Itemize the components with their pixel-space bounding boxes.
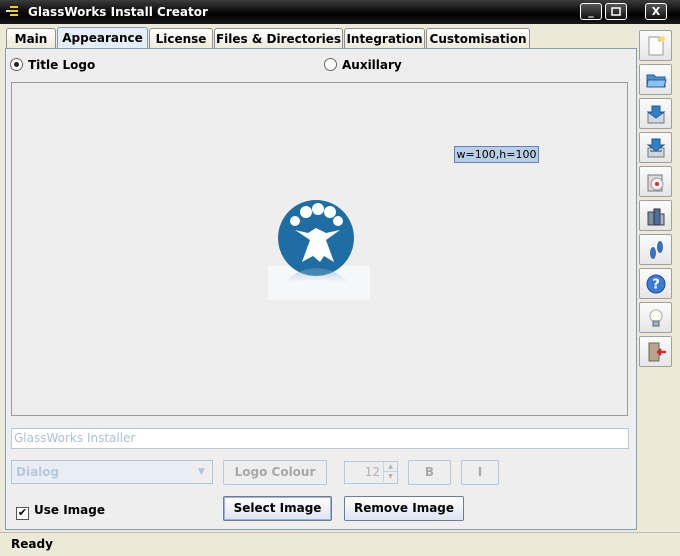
spinner-up-icon[interactable]: ▲ [383, 462, 397, 472]
chevron-down-icon[interactable]: ▼ [193, 463, 210, 481]
tab-integration[interactable]: Integration [344, 28, 425, 49]
svg-text:?: ? [652, 278, 660, 293]
use-image-label: Use Image [34, 503, 105, 517]
open-button[interactable] [639, 64, 672, 95]
exit-button[interactable] [639, 336, 672, 367]
package-icon [647, 208, 665, 226]
radio-title-logo-label: Title Logo [28, 58, 96, 72]
font-size-value[interactable]: 12 [345, 462, 383, 483]
save-as-button[interactable] [639, 132, 672, 163]
tab-customisation[interactable]: Customisation [426, 28, 530, 49]
logo-colour-button[interactable]: Logo Colour [223, 460, 327, 485]
window-title: GlassWorks Install Creator [28, 5, 208, 19]
font-size-spinner[interactable]: 12 ▲ ▼ [344, 461, 398, 484]
italic-button[interactable]: I [461, 460, 499, 485]
build-cd-button[interactable] [639, 166, 672, 197]
build-cd-icon [647, 174, 664, 192]
close-button[interactable]: X [645, 3, 667, 20]
remove-image-button[interactable]: Remove Image [344, 496, 464, 521]
font-family-combo[interactable]: Dialog ▼ [11, 460, 213, 484]
bold-button[interactable]: B [408, 460, 451, 485]
spinner-down-icon[interactable]: ▼ [383, 472, 397, 482]
radio-selected-indicator [10, 58, 23, 71]
tab-files-directories[interactable]: Files & Directories [214, 28, 343, 49]
logo-image[interactable] [268, 200, 370, 300]
title-text-field[interactable]: GlassWorks Installer [11, 428, 629, 449]
radio-auxillary[interactable]: Auxillary [324, 58, 402, 72]
status-text: Ready [11, 537, 53, 551]
save-button[interactable] [639, 98, 672, 129]
exit-icon [648, 342, 666, 362]
select-image-button[interactable]: Select Image [223, 496, 332, 521]
save-as-icon [646, 138, 666, 158]
image-size-tag[interactable]: w=100,h=100 [454, 146, 539, 163]
radio-unselected-indicator [324, 58, 337, 71]
app-window: GlassWorks Install Creator _ X Main Appe… [0, 0, 680, 556]
radio-auxillary-label: Auxillary [342, 58, 402, 72]
new-file-icon [648, 36, 665, 56]
use-image-checkbox[interactable]: ✔ Use Image [16, 503, 105, 520]
save-icon [646, 105, 666, 124]
tab-appearance[interactable]: Appearance [57, 27, 148, 50]
open-folder-icon [646, 74, 667, 88]
checkmark-icon: ✔ [16, 506, 29, 520]
tab-license[interactable]: License [149, 28, 213, 49]
maximize-icon [611, 7, 621, 16]
footprints-button[interactable] [639, 234, 672, 265]
tip-button[interactable] [639, 302, 672, 333]
title-bar[interactable]: GlassWorks Install Creator _ X [0, 0, 680, 24]
status-bar: Ready [0, 532, 680, 556]
tab-main[interactable]: Main [6, 28, 56, 49]
package-button[interactable] [639, 200, 672, 231]
footprints-icon [650, 241, 663, 259]
radio-title-logo[interactable]: Title Logo [10, 58, 95, 72]
app-icon [6, 6, 18, 16]
maximize-button[interactable] [605, 3, 627, 20]
font-family-value: Dialog [14, 463, 192, 481]
minimize-button[interactable]: _ [580, 3, 602, 20]
help-icon: ? [646, 274, 666, 294]
lightbulb-icon [649, 309, 663, 327]
new-file-button[interactable] [639, 30, 672, 61]
help-button[interactable]: ? [639, 268, 672, 299]
